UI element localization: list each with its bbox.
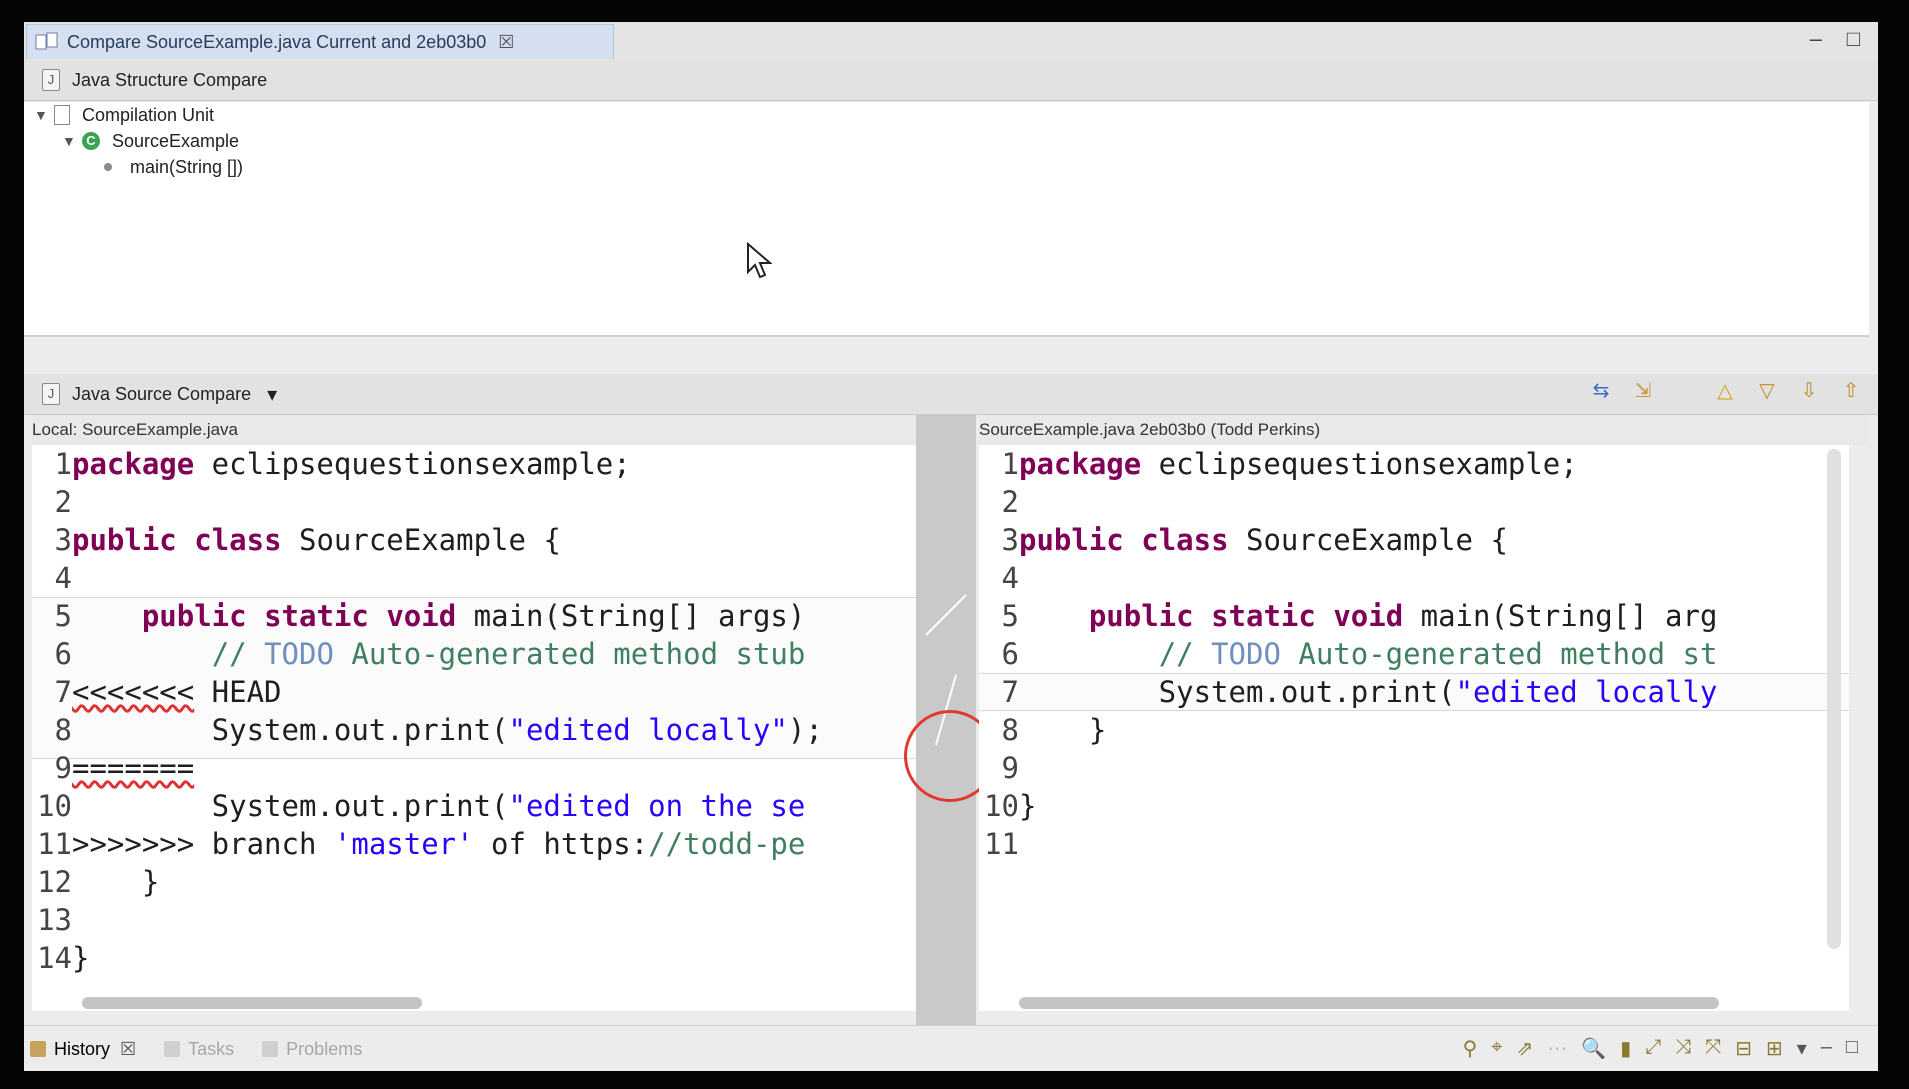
compare-mode-icon[interactable]: ⤢	[1645, 1036, 1661, 1061]
code-line: 7 System.out.print("edited locally	[1001, 675, 1718, 709]
horizontal-scrollbar[interactable]	[1019, 997, 1719, 1009]
code-line: 5 public static void main(String[] arg	[1001, 599, 1718, 633]
problems-icon	[262, 1041, 279, 1057]
code-line: 1package eclipsequestionsexample;	[1001, 447, 1578, 481]
code-line: 5 public static void main(String[] args)	[54, 599, 806, 633]
compare-editor-tab[interactable]: Compare SourceExample.java Current and 2…	[26, 24, 614, 59]
horizontal-scrollbar[interactable]	[82, 997, 422, 1009]
next-diff-icon[interactable]: △	[1712, 378, 1738, 404]
history-icon	[30, 1041, 46, 1057]
tree-item-class[interactable]: ▼ C SourceExample	[62, 128, 239, 154]
structure-compare-title: Java Structure Compare	[72, 69, 268, 90]
compare-window: Compare SourceExample.java Current and 2…	[24, 22, 1878, 1071]
source-compare-title: Java Source Compare	[72, 383, 252, 404]
code-line: 8 }	[1001, 713, 1107, 747]
tab-history[interactable]: History ☒	[30, 1039, 136, 1060]
code-line: 2	[54, 485, 72, 519]
compare-icon	[35, 32, 59, 52]
minimize-icon[interactable]: –	[1810, 26, 1822, 52]
code-line: 4	[54, 561, 72, 595]
search-icon[interactable]: 🔍	[1581, 1036, 1606, 1061]
tree-item-method[interactable]: main(String [])	[104, 154, 243, 180]
tasks-icon	[164, 1041, 181, 1057]
pin-icon[interactable]: ⌖	[1491, 1036, 1502, 1061]
prev-diff-icon[interactable]: ▽	[1754, 378, 1780, 404]
code-line: 8 System.out.print("edited locally");	[54, 713, 823, 747]
prev-change-icon[interactable]: ⇧	[1838, 378, 1864, 404]
editor-tab-bar: Compare SourceExample.java Current and 2…	[24, 22, 1878, 61]
compare-toolbar: ⇆ ⇲ △ ▽ ⇩ ⇧	[1588, 378, 1864, 404]
minimize-icon[interactable]: –	[1821, 1036, 1832, 1061]
bottom-view-bar: History ☒ Tasks Problems ⚲ ⌖ ⇗ ⋯ 🔍 ▮ ⤢ ⤨…	[24, 1025, 1878, 1071]
tab-label: History	[54, 1038, 111, 1059]
java-file-icon: J	[42, 383, 60, 405]
code-line: 11>>>>>>> branch 'master' of https://tod…	[37, 827, 806, 861]
left-source-editor[interactable]: 1package eclipsequestionsexample; 2 3pub…	[32, 445, 916, 1011]
code-line: 3public class SourceExample {	[1001, 523, 1508, 557]
expand-triangle-icon[interactable]: ▼	[62, 133, 82, 149]
class-icon: C	[82, 132, 100, 150]
close-tab-icon[interactable]: ☒	[498, 32, 514, 53]
right-source-editor[interactable]: 1package eclipsequestionsexample; 2 3pub…	[979, 445, 1849, 1011]
code-line: 9	[1001, 751, 1019, 785]
editor-tab-title: Compare SourceExample.java Current and 2…	[67, 31, 487, 52]
layout-icon[interactable]: ⊞	[1766, 1036, 1783, 1061]
maximize-icon[interactable]: □	[1847, 26, 1860, 52]
tree-item-label: main(String [])	[130, 156, 244, 177]
structure-tree-pane: ▼ Compilation Unit ▼ C SourceExample mai…	[24, 102, 1869, 337]
close-tab-icon[interactable]: ☒	[120, 1039, 136, 1060]
link-icon[interactable]: ⚲	[1463, 1036, 1478, 1061]
vertical-scrollbar[interactable]	[1827, 449, 1841, 949]
view-menu-icon[interactable]: ▾	[1797, 1036, 1807, 1061]
code-line: 1package eclipsequestionsexample;	[54, 447, 631, 481]
structure-compare-header: J Java Structure Compare	[24, 60, 1878, 101]
code-line: 6 // TODO Auto-generated method st	[1001, 637, 1718, 671]
code-line: 3public class SourceExample {	[54, 523, 561, 557]
compilation-unit-icon	[54, 105, 70, 125]
branch-icon[interactable]: ⤧	[1705, 1036, 1721, 1061]
merge-icon[interactable]: ⤨	[1675, 1036, 1691, 1061]
tree-item-label: Compilation Unit	[82, 104, 215, 125]
java-file-icon: J	[42, 69, 60, 91]
code-line: 6 // TODO Auto-generated method stub	[54, 637, 806, 671]
code-line: 4	[1001, 561, 1019, 595]
tree-item-label: SourceExample	[112, 130, 240, 151]
tab-label: Problems	[286, 1038, 363, 1059]
code-line: 10 System.out.print("edited on the se	[37, 789, 806, 823]
code-line: 2	[1001, 485, 1019, 519]
tab-tasks[interactable]: Tasks	[164, 1039, 234, 1060]
tree-item-compilation-unit[interactable]: ▼ Compilation Unit	[34, 102, 214, 128]
next-change-icon[interactable]: ⇩	[1796, 378, 1822, 404]
collapse-icon[interactable]: ⊟	[1735, 1036, 1752, 1061]
filter-icon[interactable]: ▮	[1620, 1036, 1631, 1061]
copy-all-icon[interactable]: ⇆	[1588, 378, 1614, 404]
chevron-down-icon[interactable]: ▾	[267, 382, 277, 407]
tab-problems[interactable]: Problems	[262, 1039, 362, 1060]
chart-icon[interactable]: ⇗	[1517, 1036, 1534, 1061]
history-toolbar: ⚲ ⌖ ⇗ ⋯ 🔍 ▮ ⤢ ⤨ ⤧ ⊟ ⊞ ▾ – □	[1463, 1036, 1858, 1061]
code-line: 7<<<<<<< HEAD	[54, 675, 282, 709]
code-line: 9=======	[54, 751, 195, 785]
right-pane-label: SourceExample.java 2eb03b0 (Todd Perkins…	[979, 415, 1869, 445]
code-line: 11	[984, 827, 1019, 861]
code-line: 14}	[37, 941, 90, 975]
mouse-pointer-icon	[747, 242, 772, 279]
tab-label: Tasks	[188, 1038, 235, 1059]
expand-triangle-icon[interactable]: ▼	[34, 107, 54, 123]
copy-icon[interactable]: ⇲	[1630, 378, 1656, 404]
source-compare-header: J Java Source Compare ▾ ⇆ ⇲ △ ▽ ⇩ ⇧	[24, 374, 1878, 415]
code-line: 13	[37, 903, 72, 937]
code-line: 10}	[984, 789, 1037, 823]
maximize-icon[interactable]: □	[1846, 1036, 1858, 1061]
code-line: 12 }	[37, 865, 160, 899]
disabled-icon: ⋯	[1547, 1038, 1568, 1060]
left-pane-label: Local: SourceExample.java	[32, 415, 922, 445]
method-icon	[104, 163, 112, 171]
